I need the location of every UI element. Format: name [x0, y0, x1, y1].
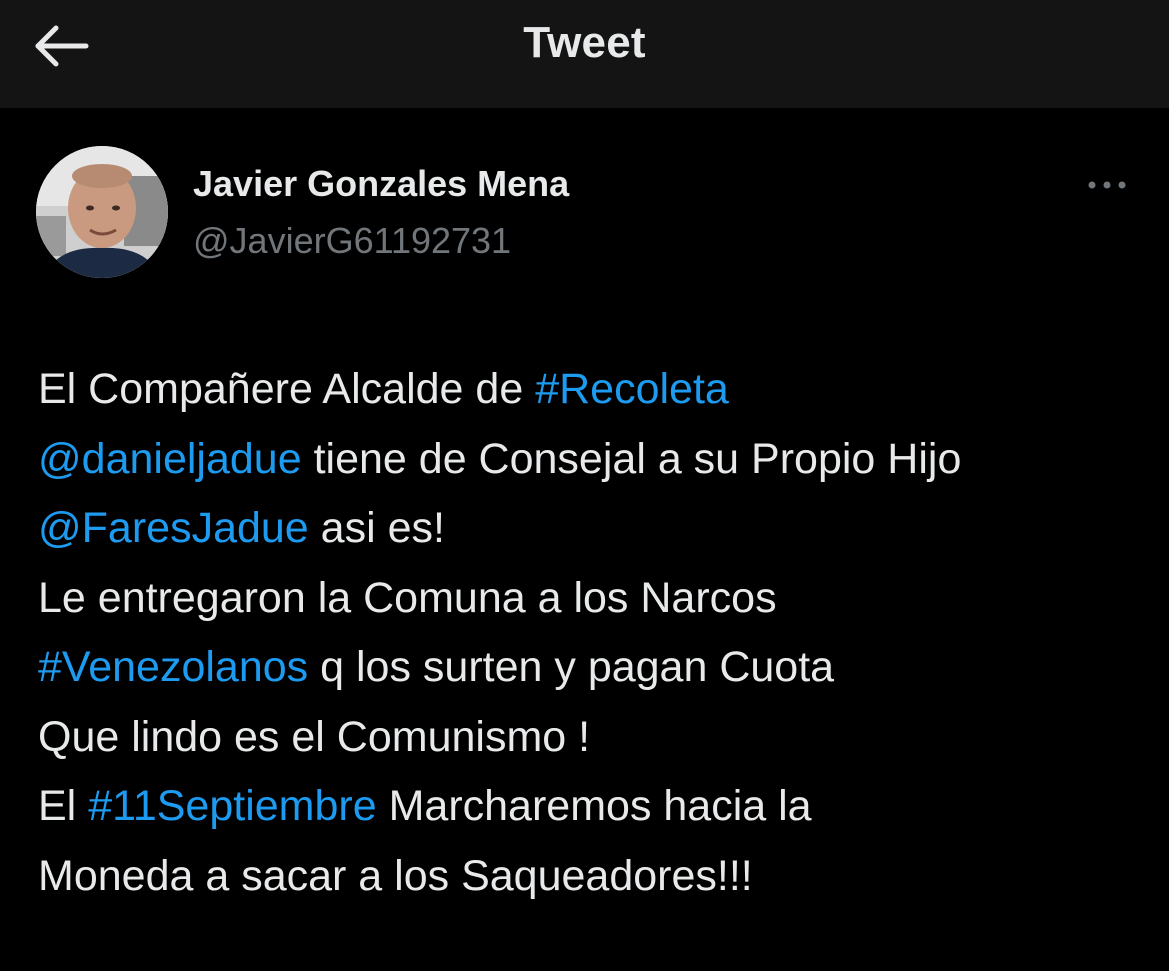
tweet-line: Que lindo es el Comunismo !: [38, 703, 1148, 773]
author-name[interactable]: Javier Gonzales Mena: [193, 163, 569, 205]
avatar-photo: [36, 146, 168, 278]
author-handle[interactable]: @JavierG61192731: [193, 220, 511, 262]
hashtag-link[interactable]: #11Septiembre: [88, 782, 376, 830]
page-title: Tweet: [523, 18, 646, 67]
hashtag-link[interactable]: #Recoleta: [535, 365, 729, 413]
tweet-text-segment: Marcharemos hacia la: [376, 782, 812, 830]
tweet-text-segment: Le entregaron la Comuna a los Narcos: [38, 573, 777, 622]
tweet-line: @danieljadue tiene de Consejal a su Prop…: [38, 425, 1148, 495]
tweet-line: #Venezolanos q los surten y pagan Cuota: [38, 633, 1148, 703]
tweet-text-segment: q los surten y pagan Cuota: [308, 643, 835, 691]
more-horizontal-icon: [1088, 181, 1126, 189]
tweet-text-segment: tiene de Consejal a su Propio Hijo: [301, 434, 962, 483]
tweet-text-segment: Moneda a sacar a los Saqueadores!!!: [38, 851, 753, 900]
top-bar: Tweet: [0, 0, 1169, 108]
more-options-button[interactable]: [1080, 168, 1136, 202]
tweet-line: El #11Septiembre Marcharemos hacia la: [38, 772, 1148, 842]
tweet-text-segment: El Compañere Alcalde de: [38, 365, 536, 413]
mention-link[interactable]: @FaresJadue: [38, 504, 309, 552]
tweet-text: El Compañere Alcalde de #Recoleta @daniel…: [38, 355, 1148, 911]
tweet-line: El Compañere Alcalde de #Recoleta: [38, 355, 1148, 425]
tweet-text-segment: asi es!: [308, 504, 445, 552]
tweet-text-segment: Que lindo es el Comunismo !: [38, 712, 591, 761]
hashtag-link[interactable]: #Venezolanos: [38, 643, 308, 691]
tweet-line: Le entregaron la Comuna a los Narcos: [38, 564, 1148, 634]
tweet-line: @FaresJadue asi es!: [38, 494, 1148, 564]
mention-link[interactable]: @danieljadue: [38, 435, 302, 483]
tweet-line: Moneda a sacar a los Saqueadores!!!: [38, 842, 1148, 912]
tweet-text-segment: El: [38, 782, 89, 830]
avatar[interactable]: [36, 146, 168, 278]
